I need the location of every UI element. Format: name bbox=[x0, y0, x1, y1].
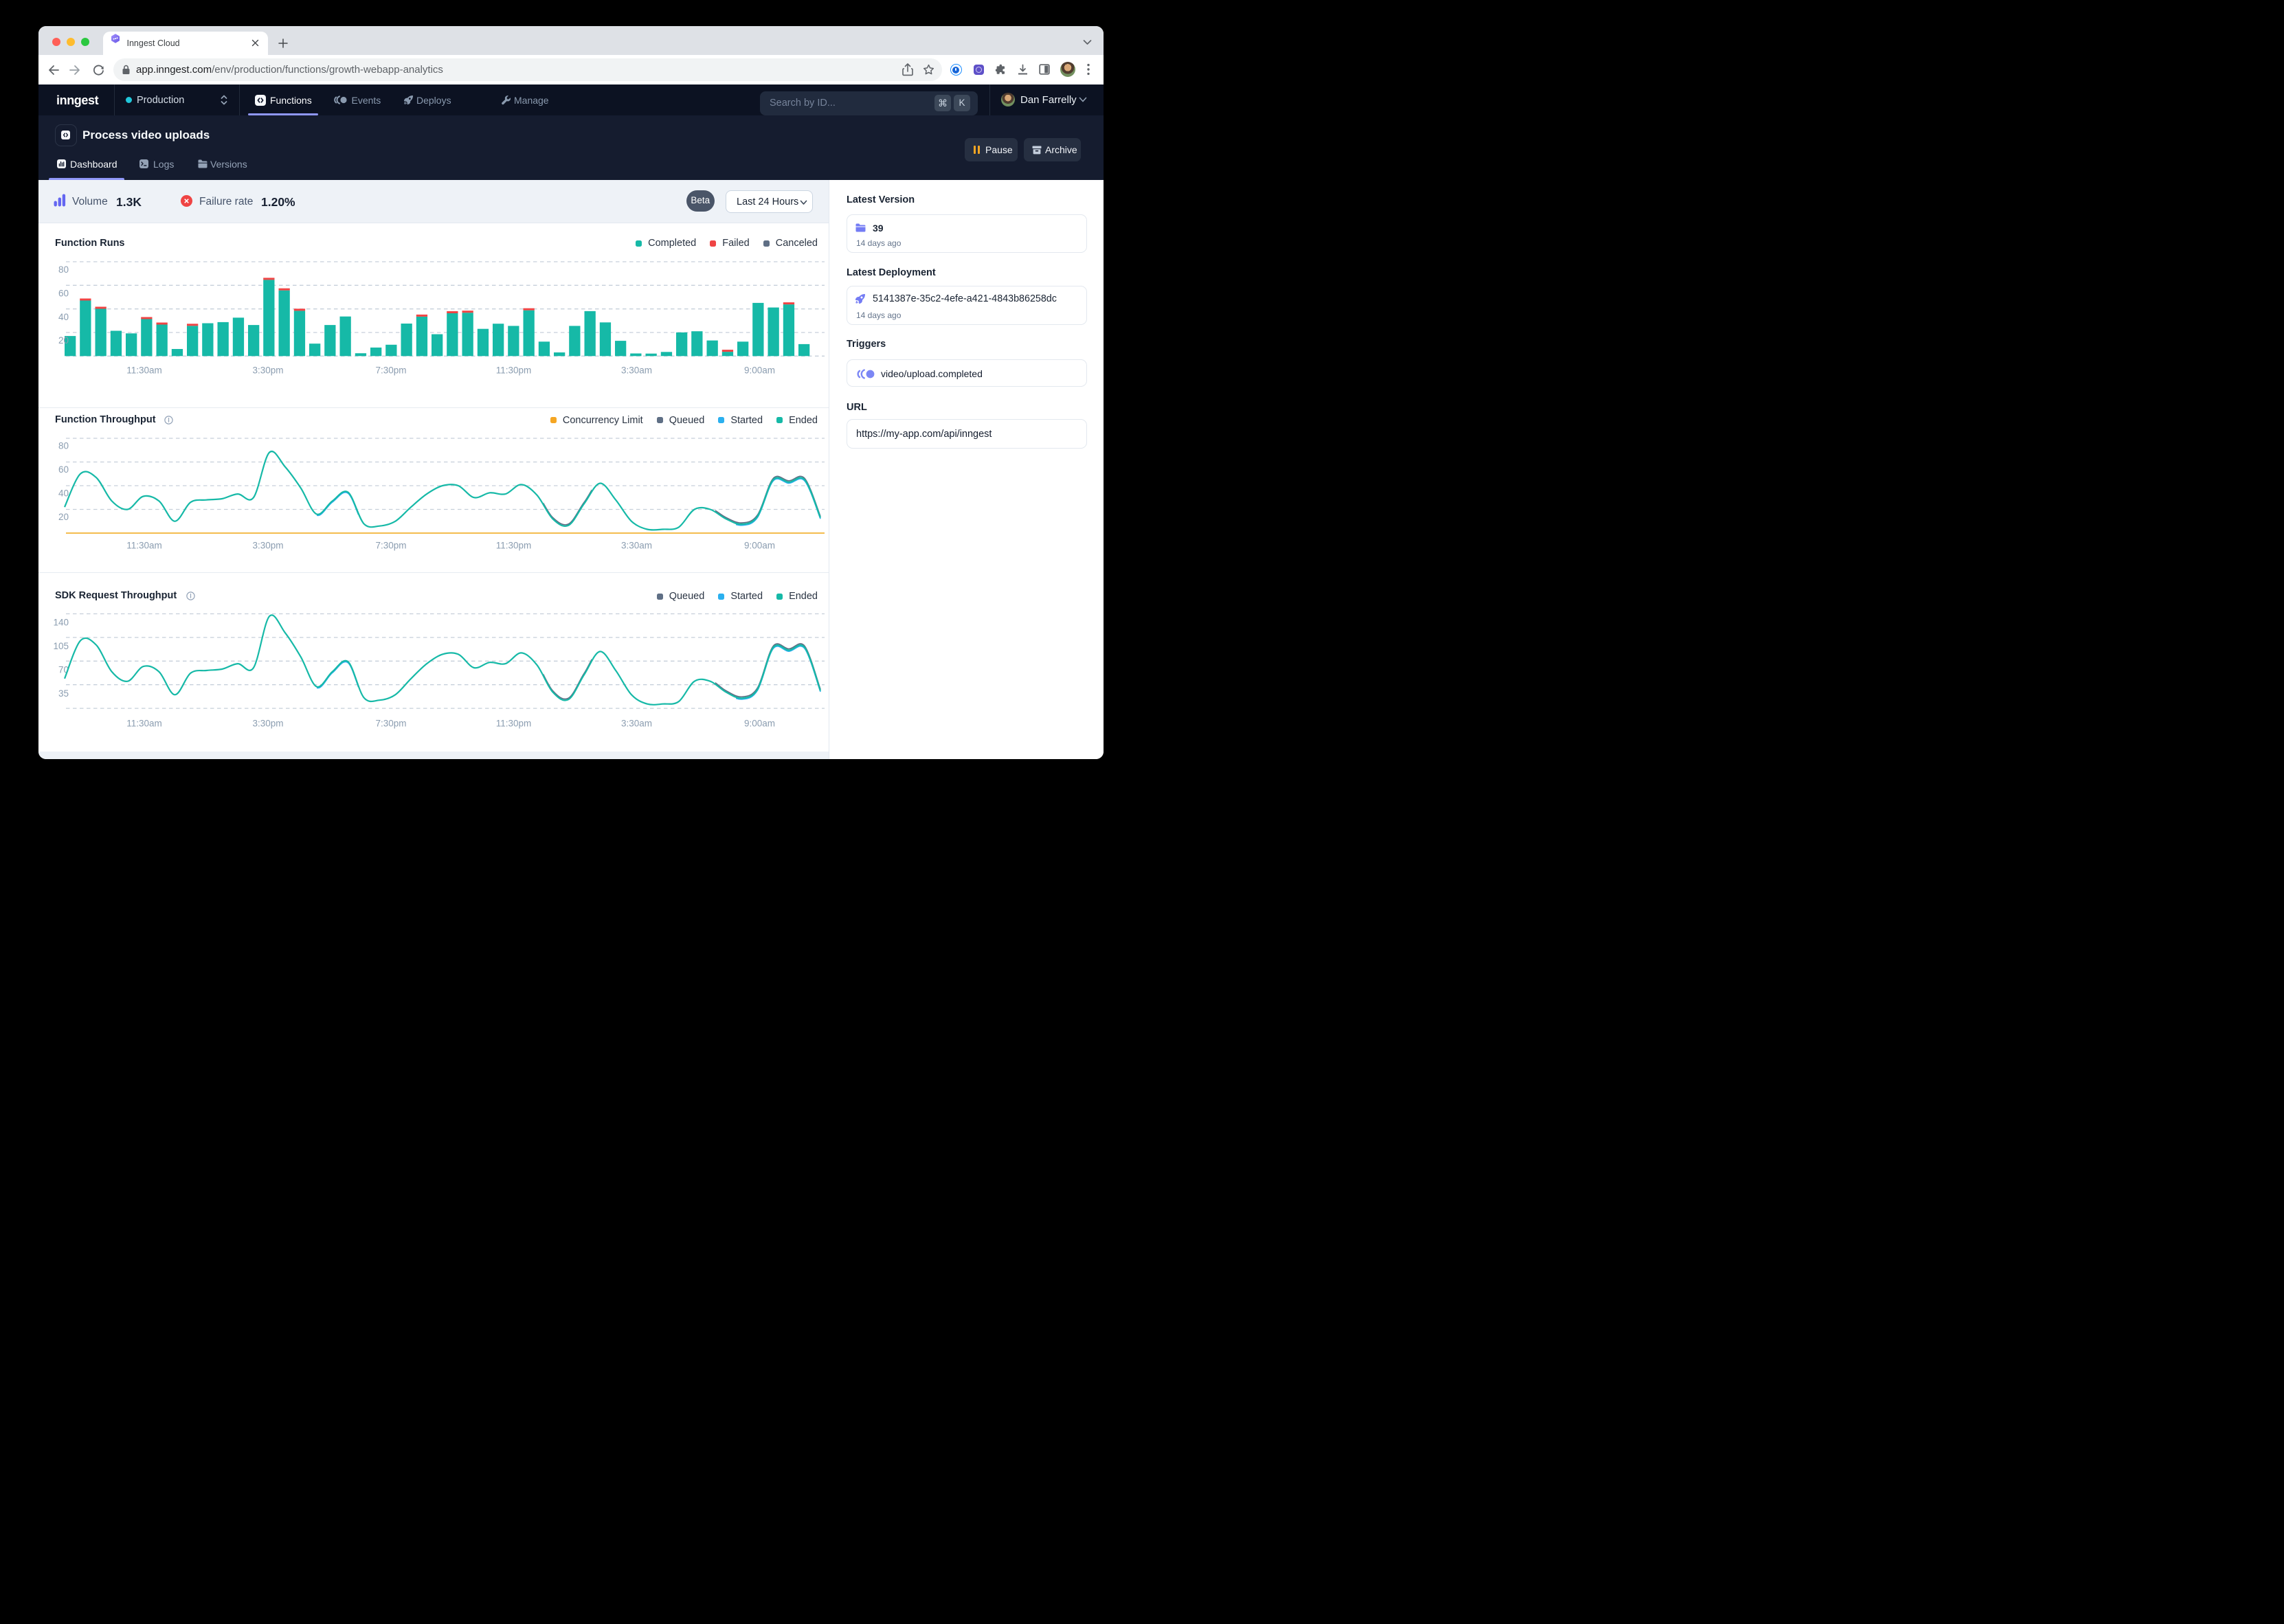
svg-text:9:00am: 9:00am bbox=[744, 365, 775, 376]
svg-text:3:30am: 3:30am bbox=[621, 541, 652, 551]
svg-text:3:30am: 3:30am bbox=[621, 719, 652, 729]
svg-text:40: 40 bbox=[58, 488, 69, 499]
svg-text:3:30pm: 3:30pm bbox=[252, 719, 283, 729]
svg-text:11:30am: 11:30am bbox=[126, 719, 162, 729]
svg-text:105: 105 bbox=[53, 641, 69, 651]
svg-text:40: 40 bbox=[58, 312, 69, 322]
svg-text:80: 80 bbox=[58, 441, 69, 451]
svg-text:9:00am: 9:00am bbox=[744, 719, 775, 729]
svg-text:3:30pm: 3:30pm bbox=[252, 541, 283, 551]
svg-text:11:30am: 11:30am bbox=[126, 541, 162, 551]
svg-text:140: 140 bbox=[53, 618, 69, 628]
svg-text:35: 35 bbox=[58, 688, 69, 699]
svg-text:11:30pm: 11:30pm bbox=[496, 541, 532, 551]
svg-text:60: 60 bbox=[58, 464, 69, 475]
svg-text:20: 20 bbox=[58, 335, 69, 346]
svg-text:60: 60 bbox=[58, 289, 69, 299]
svg-text:9:00am: 9:00am bbox=[744, 541, 775, 551]
svg-text:20: 20 bbox=[58, 512, 69, 522]
svg-text:7:30pm: 7:30pm bbox=[375, 719, 406, 729]
svg-text:3:30pm: 3:30pm bbox=[252, 365, 283, 376]
svg-text:11:30pm: 11:30pm bbox=[496, 365, 532, 376]
svg-text:80: 80 bbox=[58, 264, 69, 275]
svg-text:7:30pm: 7:30pm bbox=[375, 541, 406, 551]
svg-text:11:30pm: 11:30pm bbox=[496, 719, 532, 729]
svg-text:11:30am: 11:30am bbox=[126, 365, 162, 376]
svg-text:3:30am: 3:30am bbox=[621, 365, 652, 376]
svg-text:7:30pm: 7:30pm bbox=[375, 365, 406, 376]
